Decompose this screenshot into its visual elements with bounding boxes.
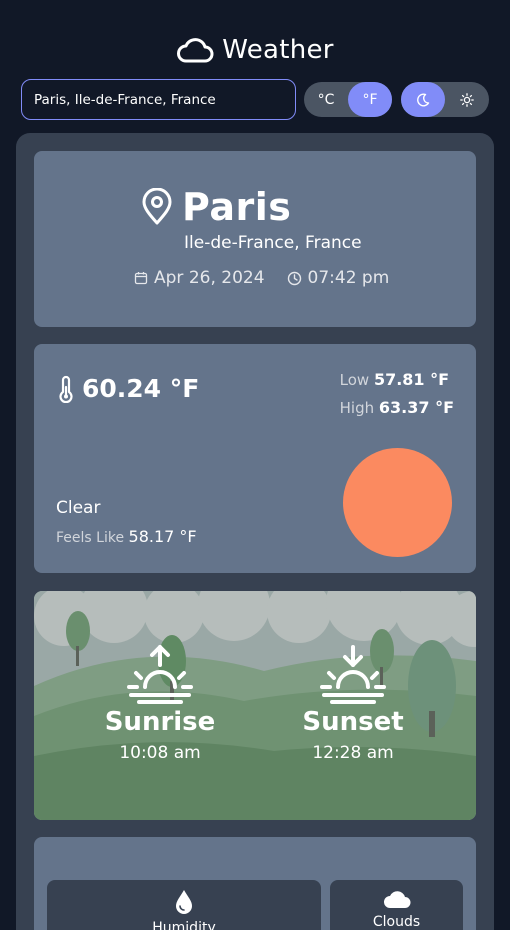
celsius-button[interactable]: °C xyxy=(304,82,348,117)
sunset-icon xyxy=(320,645,386,704)
sunset-label: Sunset xyxy=(302,707,404,737)
feels-like: Feels Like 58.17 °F xyxy=(56,527,197,546)
low-high: Low 57.81 °F High 63.37 °F xyxy=(340,366,454,422)
feels-like-label: Feels Like xyxy=(56,530,125,546)
sunset-time: 12:28 am xyxy=(312,743,394,763)
date-text: Apr 26, 2024 xyxy=(154,268,265,288)
date-time-row: Apr 26, 2024 07:42 pm xyxy=(134,268,389,288)
city-row: Paris xyxy=(140,185,291,229)
theme-toggle xyxy=(401,82,489,117)
clouds-tile: Clouds xyxy=(330,880,463,930)
moon-icon xyxy=(417,92,430,106)
clouds-icon xyxy=(383,891,410,908)
app-header: Weather xyxy=(0,30,510,70)
light-mode-button[interactable] xyxy=(445,82,489,117)
sunrise: Sunrise 10:08 am xyxy=(90,643,230,763)
fahrenheit-button[interactable]: °F xyxy=(348,82,392,117)
stats-card: Humidity Clouds xyxy=(34,837,476,930)
temperature: 60.24 °F xyxy=(56,374,199,403)
dark-mode-button[interactable] xyxy=(401,82,445,117)
temperature-value: 60.24 °F xyxy=(82,374,200,403)
weather-card: 60.24 °F Low 57.81 °F High 63.37 °F Clea… xyxy=(34,344,476,573)
location-card: Paris Ile-de-France, France Apr 26, 2024… xyxy=(34,151,476,327)
low-label: Low xyxy=(339,371,370,389)
calendar-icon xyxy=(134,272,148,285)
clouds-label: Clouds xyxy=(372,914,421,930)
clock-icon xyxy=(287,271,301,285)
humidity-label: Humidity xyxy=(152,920,216,930)
map-pin-icon xyxy=(142,188,172,225)
unit-toggle: °C °F xyxy=(304,82,392,117)
high-value: 63.37 °F xyxy=(378,398,454,417)
sunrise-icon xyxy=(127,645,193,704)
sun-icon xyxy=(460,92,474,107)
app-title: Weather xyxy=(222,35,334,65)
humidity-tile: Humidity xyxy=(47,880,321,930)
water-drop-icon xyxy=(176,890,192,914)
clear-sky-sun-graphic xyxy=(343,448,452,557)
sunrise-time: 10:08 am xyxy=(119,743,201,763)
city-name: Paris xyxy=(182,185,292,229)
cloud-icon xyxy=(177,38,214,63)
sunset: Sunset 12:28 am xyxy=(283,643,423,763)
search-input[interactable] xyxy=(21,79,296,120)
condition-text: Clear xyxy=(56,498,101,518)
sunrise-label: Sunrise xyxy=(104,707,216,737)
feels-like-value: 58.17 °F xyxy=(128,527,197,546)
time-text: 07:42 pm xyxy=(307,268,390,288)
low-value: 57.81 °F xyxy=(373,370,450,389)
thermometer-icon xyxy=(59,375,73,403)
region-name: Ile-de-France, France xyxy=(184,233,362,253)
sun-times-card: Sunrise 10:08 am Sunset 12:28 am xyxy=(34,591,476,820)
high-label: High xyxy=(339,399,375,417)
